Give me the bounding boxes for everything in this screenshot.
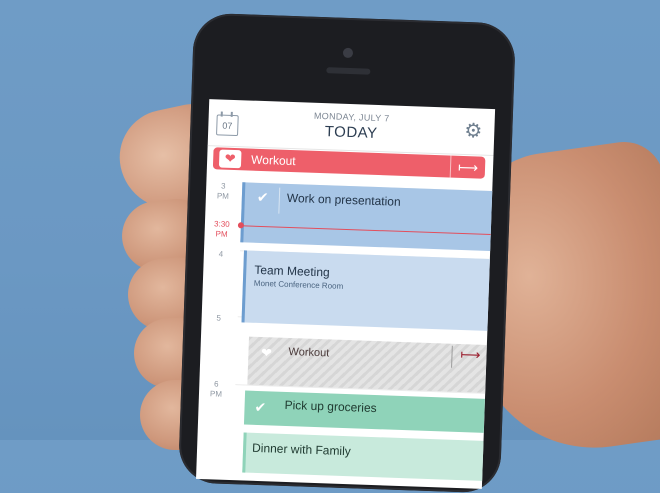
time-suffix: PM	[209, 389, 223, 399]
event-title: Team Meeting	[254, 262, 330, 280]
divider	[451, 345, 453, 368]
event-team-meeting[interactable]: Team Meeting Monet Conference Room	[241, 250, 493, 332]
event-location: Monet Conference Room	[253, 278, 344, 291]
time-label: 4	[206, 249, 236, 260]
event-title: Pick up groceries	[284, 397, 377, 416]
arrow-right-icon[interactable]: ⟼	[449, 155, 486, 179]
front-camera	[342, 47, 354, 59]
event-work-on-presentation[interactable]: ✔ Work on presentation	[240, 182, 496, 252]
event-pick-up-groceries[interactable]: ✔ Pick up groceries	[243, 390, 485, 433]
allday-event-label: Workout	[250, 152, 296, 169]
heart-icon: ❤	[260, 345, 273, 361]
speaker-grill	[326, 67, 371, 75]
time-hour: 4	[218, 249, 224, 259]
app-screen: 07 MONDAY, JULY 7 TODAY ⚙ ❤ Workout ⟼ 3 …	[196, 99, 496, 489]
time-label: 6 PM	[201, 379, 232, 400]
event-title: Work on presentation	[286, 190, 401, 209]
heart-icon: ❤	[218, 149, 242, 169]
time-label: 3 PM	[208, 181, 239, 202]
event-title: Workout	[288, 346, 330, 360]
divider	[278, 187, 281, 214]
time-suffix: PM	[216, 191, 230, 201]
check-icon: ✔	[254, 398, 267, 416]
gear-icon[interactable]: ⚙	[462, 120, 485, 143]
event-title: Dinner with Family	[251, 440, 352, 459]
check-icon: ✔	[256, 188, 269, 206]
header: 07 MONDAY, JULY 7 TODAY ⚙	[207, 99, 496, 157]
event-workout[interactable]: ❤ Workout ⟼	[247, 336, 487, 393]
time-label: 5	[203, 313, 233, 324]
time-hour: 5	[216, 313, 222, 323]
current-time-label: 3:30 PM	[206, 219, 237, 240]
phone: 07 MONDAY, JULY 7 TODAY ⚙ ❤ Workout ⟼ 3 …	[177, 12, 517, 493]
arrow-right-icon[interactable]: ⟼	[460, 346, 481, 364]
current-time-suffix: PM	[215, 229, 228, 239]
